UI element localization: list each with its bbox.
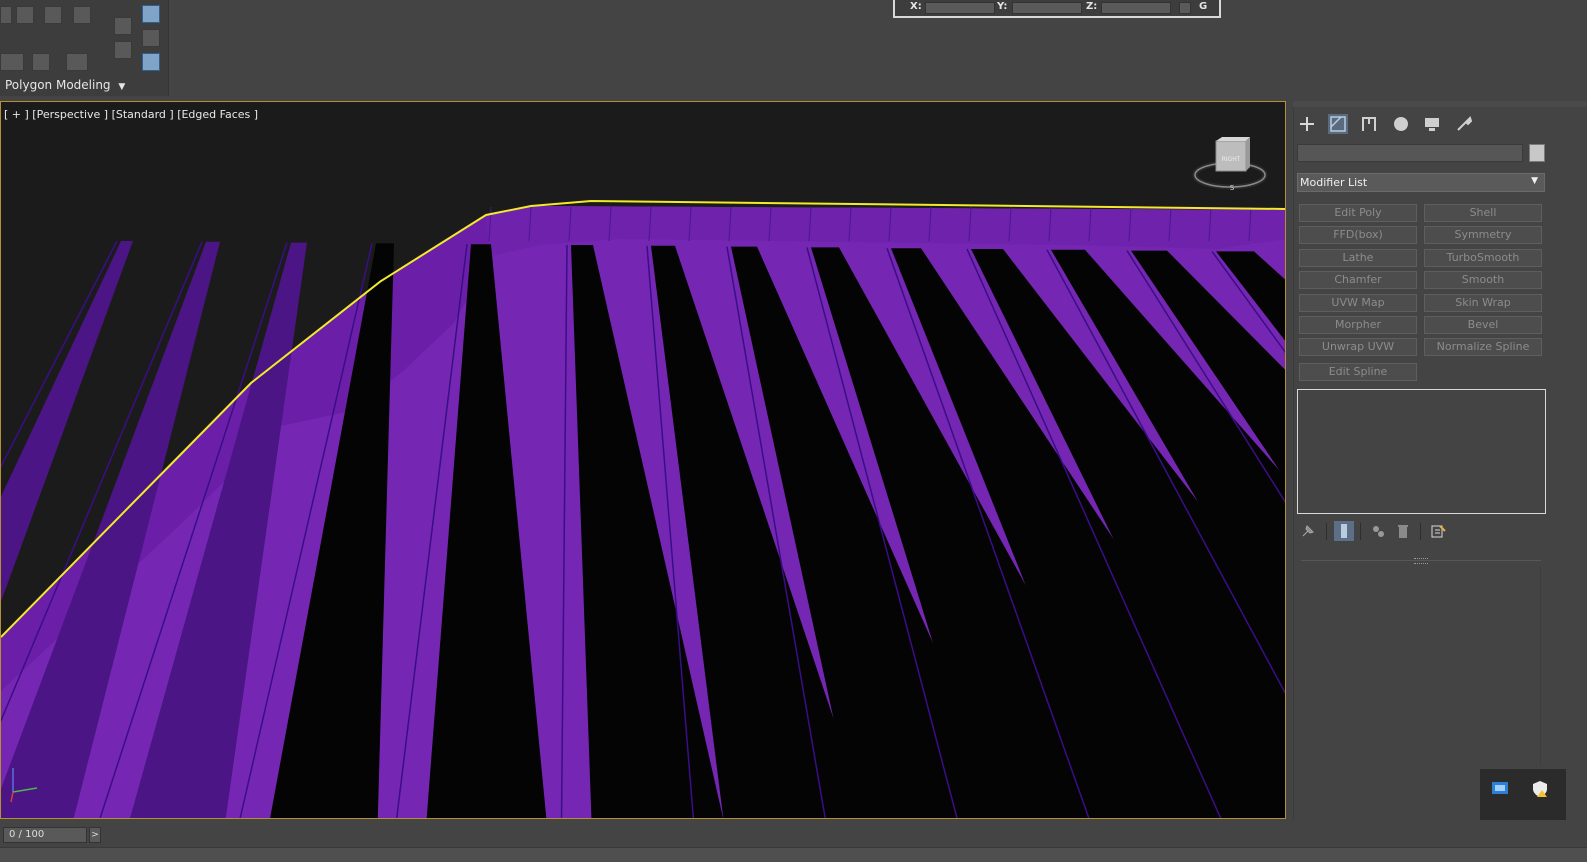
modifier-button-turbosmooth[interactable]: TurboSmooth <box>1424 248 1542 267</box>
panel-scrollbar[interactable] <box>1540 566 1541 766</box>
toolbar-separator <box>1420 523 1421 540</box>
ribbon-title[interactable]: Polygon Modeling ▼ <box>5 78 125 92</box>
axis-tripod-icon <box>10 768 38 803</box>
time-slider[interactable]: 0 / 100 <box>3 827 87 843</box>
chevron-down-icon: ▼ <box>118 82 126 92</box>
motion-icon[interactable] <box>1391 114 1411 134</box>
modifier-button-ffd-box[interactable]: FFD(box) <box>1299 226 1417 245</box>
y-coord-label: Y: <box>997 1 1008 12</box>
grow-selection-icon[interactable] <box>66 53 88 71</box>
modifier-stack[interactable] <box>1297 389 1546 514</box>
edge-loop-icon[interactable] <box>0 53 24 71</box>
hierarchy-icon[interactable] <box>1359 114 1379 134</box>
configure-modifier-sets-icon[interactable] <box>1430 523 1446 539</box>
network-icon[interactable] <box>1491 780 1509 798</box>
modifier-button-edit-spline[interactable]: Edit Spline <box>1299 362 1417 381</box>
select-tool-icon[interactable] <box>0 6 12 24</box>
cylinder-primitive-icon[interactable] <box>73 6 91 24</box>
make-unique-icon[interactable] <box>1370 523 1386 539</box>
box-primitive-icon[interactable] <box>44 6 62 24</box>
command-panel-header <box>1293 101 1587 107</box>
show-end-result-icon[interactable] <box>1334 521 1354 541</box>
pin-stack-icon[interactable] <box>1300 523 1316 539</box>
modifier-button-lathe[interactable]: Lathe <box>1299 248 1417 267</box>
absolute-mode-toggle[interactable] <box>1179 2 1191 14</box>
perspective-viewport[interactable] <box>0 101 1286 819</box>
timeline-track[interactable] <box>0 847 1587 862</box>
viewcube-face-label: RIGHT <box>1222 156 1241 163</box>
z-coord-label: Z: <box>1086 1 1098 12</box>
modify-icon[interactable] <box>1328 114 1348 134</box>
resize-grip[interactable] <box>1414 558 1428 564</box>
create-icon[interactable] <box>1297 114 1317 134</box>
modifier-button-chamfer[interactable]: Chamfer <box>1299 271 1417 290</box>
modifier-button-uvw-map[interactable]: UVW Map <box>1299 293 1417 312</box>
ribbon-panel: Polygon Modeling ▼ <box>0 0 169 96</box>
toolbar-separator <box>1360 523 1361 540</box>
modifier-button-bevel[interactable]: Bevel <box>1424 316 1542 334</box>
remove-modifier-icon[interactable] <box>1395 523 1411 539</box>
display-icon[interactable] <box>1422 114 1442 134</box>
lasso-tool-icon[interactable] <box>16 6 34 24</box>
ribbon-title-label: Polygon Modeling <box>5 78 111 92</box>
modifier-button-shell[interactable]: Shell <box>1424 204 1542 222</box>
viewcube-icon[interactable]: RIGHT S <box>1192 135 1268 193</box>
modifier-button-edit-poly[interactable]: Edit Poly <box>1299 204 1417 222</box>
modifier-list-dropdown[interactable]: Modifier List ▼ <box>1297 173 1545 192</box>
next-frame-button[interactable]: > <box>89 827 101 843</box>
edge-ring-icon[interactable] <box>32 53 50 71</box>
x-coord-field[interactable] <box>925 2 995 14</box>
freeform-tools-icon[interactable] <box>114 41 132 59</box>
z-coord-field[interactable] <box>1101 2 1171 14</box>
x-coord-label: X: <box>910 1 922 12</box>
modifier-button-morpher[interactable]: Morpher <box>1299 316 1417 334</box>
viewcube-compass-label: S <box>1230 184 1235 192</box>
modifier-button-unwrap-uvw[interactable]: Unwrap UVW <box>1299 338 1417 357</box>
chevron-down-icon: ▼ <box>1531 176 1538 186</box>
object-paint-icon[interactable] <box>142 29 160 47</box>
toolbar-separator <box>1326 523 1327 540</box>
y-coord-field[interactable] <box>1012 2 1082 14</box>
viewport-label[interactable]: [ + ] [Perspective ] [Standard ] [Edged … <box>4 108 258 121</box>
transform-type-in: X: Y: Z: G <box>893 0 1221 18</box>
security-warning-icon[interactable] <box>1531 780 1549 798</box>
main-toolbar <box>0 0 1587 96</box>
modifier-button-normalize-spline[interactable]: Normalize Spline <box>1424 338 1542 357</box>
graphite-tools-icon[interactable] <box>114 17 132 35</box>
modifier-button-symmetry[interactable]: Symmetry <box>1424 226 1542 245</box>
modifier-button-smooth[interactable]: Smooth <box>1424 271 1542 290</box>
populate-icon[interactable] <box>142 53 160 71</box>
modifier-button-skin-wrap[interactable]: Skin Wrap <box>1424 293 1542 312</box>
object-name-field[interactable] <box>1297 144 1523 162</box>
grid-label: G <box>1199 1 1208 12</box>
object-color-swatch[interactable] <box>1529 144 1545 162</box>
modifier-list-label: Modifier List <box>1300 176 1368 189</box>
selection-tab-icon[interactable] <box>142 5 160 23</box>
purple-roof-mesh <box>1 102 1285 818</box>
utilities-icon[interactable] <box>1454 114 1474 134</box>
